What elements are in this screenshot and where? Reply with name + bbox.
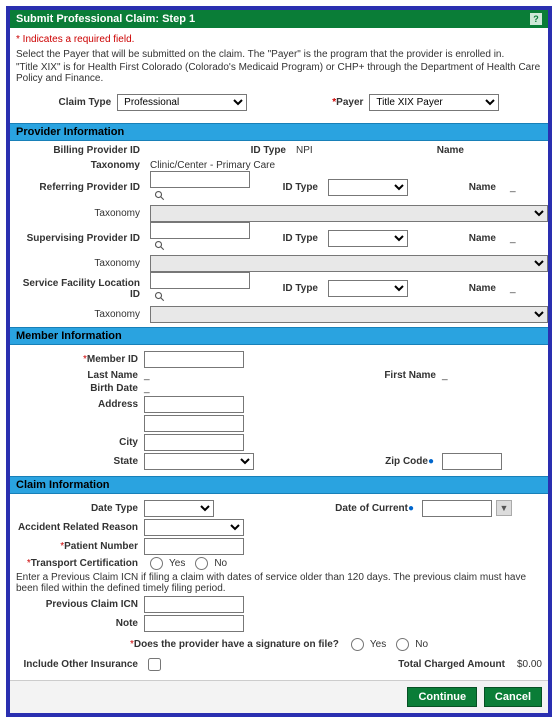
referring-taxonomy-select[interactable] <box>150 205 548 222</box>
title-bar: Submit Professional Claim: Step 1 ? <box>10 10 548 28</box>
prev-icn-input[interactable] <box>144 596 244 613</box>
city-input[interactable] <box>144 434 244 451</box>
taxonomy-label-sup: Taxonomy <box>16 258 146 269</box>
taxonomy-label: Taxonomy <box>16 160 146 171</box>
id-type-label: ID Type <box>222 145 292 156</box>
sig-question-label: *Does the provider have a signature on f… <box>130 639 345 650</box>
button-bar: Continue Cancel <box>10 680 548 713</box>
service-facility-id-input[interactable] <box>150 272 250 289</box>
transport-no-radio[interactable] <box>195 557 208 570</box>
page-title: Submit Professional Claim: Step 1 <box>16 13 195 25</box>
taxonomy-label-svc: Taxonomy <box>16 309 146 320</box>
last-name-label: Last Name <box>16 370 144 381</box>
required-note: * Indicates a required field. <box>16 34 542 45</box>
date-type-label: Date Type <box>16 503 144 514</box>
birth-date-label: Birth Date <box>16 383 144 394</box>
intro-text-1: Select the Payer that will be submitted … <box>16 49 542 60</box>
zip-input[interactable] <box>442 453 502 470</box>
taxonomy-label-ref: Taxonomy <box>16 208 146 219</box>
taxonomy-value: Clinic/Center - Primary Care <box>150 160 542 171</box>
help-icon[interactable]: ? <box>530 13 542 25</box>
total-charged-label: Total Charged Amount <box>398 659 511 670</box>
prev-icn-note: Enter a Previous Claim ICN if filing a c… <box>16 572 542 594</box>
intro-text-2: "Title XIX" is for Health First Colorado… <box>16 62 542 84</box>
date-of-current-input[interactable] <box>422 500 492 517</box>
patient-number-label: *Patient Number <box>16 541 144 552</box>
patient-number-input[interactable] <box>144 538 244 555</box>
service-facility-taxonomy-select[interactable] <box>150 306 548 323</box>
name-label-svc: Name <box>442 283 502 294</box>
address-label: Address <box>16 399 144 410</box>
search-icon[interactable] <box>152 188 167 203</box>
date-of-current-label: Date of Current● <box>302 503 422 514</box>
member-id-label: *Member ID <box>16 354 144 365</box>
transport-yes-radio[interactable] <box>150 557 163 570</box>
billing-id-label: Billing Provider ID <box>16 145 146 156</box>
supervising-name-value: _ <box>510 233 542 244</box>
service-facility-label: Service Facility Location ID <box>16 278 146 300</box>
member-id-input[interactable] <box>144 351 244 368</box>
continue-button[interactable]: Continue <box>407 687 477 707</box>
address-input-1[interactable] <box>144 396 244 413</box>
referring-label: Referring Provider ID <box>16 182 146 193</box>
state-select[interactable] <box>144 453 254 470</box>
section-claim: Claim Information <box>10 476 548 494</box>
accident-reason-label: Accident Related Reason <box>16 522 144 533</box>
id-type-label-sup: ID Type <box>254 233 324 244</box>
first-name-value: _ <box>442 370 542 381</box>
claim-type-label: Claim Type <box>59 97 118 108</box>
search-icon[interactable] <box>152 289 167 304</box>
include-other-ins-label: Include Other Insurance <box>16 659 144 670</box>
service-facility-name-value: _ <box>510 283 542 294</box>
note-input[interactable] <box>144 615 244 632</box>
name-label-ref: Name <box>442 182 502 193</box>
section-provider: Provider Information <box>10 123 548 141</box>
birth-date-value: _ <box>144 383 150 394</box>
accident-reason-select[interactable] <box>144 519 244 536</box>
city-label: City <box>16 437 144 448</box>
referring-name-value: _ <box>510 182 542 193</box>
name-label-sup: Name <box>442 233 502 244</box>
supervising-taxonomy-select[interactable] <box>150 255 548 272</box>
referring-id-input[interactable] <box>150 171 250 188</box>
search-icon[interactable] <box>152 239 167 254</box>
include-other-ins-checkbox[interactable] <box>148 658 161 671</box>
sig-yes-radio[interactable] <box>351 638 364 651</box>
cancel-button[interactable]: Cancel <box>484 687 542 707</box>
total-charged-value: $0.00 <box>517 659 542 670</box>
calendar-icon[interactable]: ▼ <box>496 500 512 516</box>
first-name-label: First Name <box>342 370 442 381</box>
transport-cert-label: *Transport Certification <box>16 558 144 569</box>
payer-label: *Payer <box>332 97 369 108</box>
supervising-id-input[interactable] <box>150 222 250 239</box>
sig-no-radio[interactable] <box>396 638 409 651</box>
date-type-select[interactable] <box>144 500 214 517</box>
name-label: Name <box>410 145 470 156</box>
address-input-2[interactable] <box>144 415 244 432</box>
note-label: Note <box>16 618 144 629</box>
claim-type-select[interactable]: Professional <box>117 94 247 111</box>
prev-icn-label: Previous Claim ICN <box>16 599 144 610</box>
zip-label: Zip Code● <box>342 456 442 467</box>
supervising-label: Supervising Provider ID <box>16 233 146 244</box>
id-type-value: NPI <box>296 145 406 156</box>
payer-select[interactable]: Title XIX Payer <box>369 94 499 111</box>
id-type-label-ref: ID Type <box>254 182 324 193</box>
section-member: Member Information <box>10 327 548 345</box>
last-name-value: _ <box>144 370 150 381</box>
service-facility-idtype-select[interactable] <box>328 280 408 297</box>
id-type-label-svc: ID Type <box>254 283 324 294</box>
supervising-idtype-select[interactable] <box>328 230 408 247</box>
state-label: State <box>16 456 144 467</box>
referring-idtype-select[interactable] <box>328 179 408 196</box>
